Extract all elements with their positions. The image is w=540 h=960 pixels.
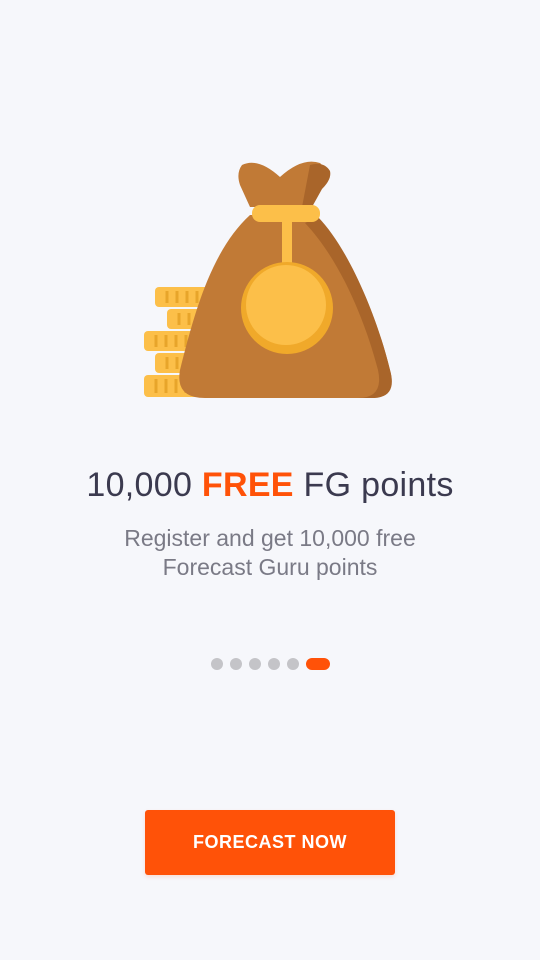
- money-bag-illustration: [144, 161, 392, 398]
- money-bag-with-coins-icon: [140, 155, 400, 405]
- money-bag-icon: [179, 161, 392, 398]
- page-dot[interactable]: [248, 658, 261, 670]
- page-indicator: [0, 658, 540, 670]
- headline-accent: FREE: [201, 466, 294, 504]
- page-dot[interactable]: [210, 658, 223, 670]
- headline-rest: FG points: [303, 466, 454, 504]
- page-dot-active[interactable]: [305, 658, 330, 670]
- page-dot[interactable]: [229, 658, 242, 670]
- subtitle: Register and get 10,000 free Forecast Gu…: [124, 525, 416, 580]
- headline-number: 10,000: [86, 466, 193, 504]
- forecast-now-button[interactable]: FORECAST NOW: [145, 810, 395, 875]
- page-dot[interactable]: [286, 658, 299, 670]
- page-dot[interactable]: [267, 658, 280, 670]
- headline: 10,000 FREE FG points: [0, 466, 540, 505]
